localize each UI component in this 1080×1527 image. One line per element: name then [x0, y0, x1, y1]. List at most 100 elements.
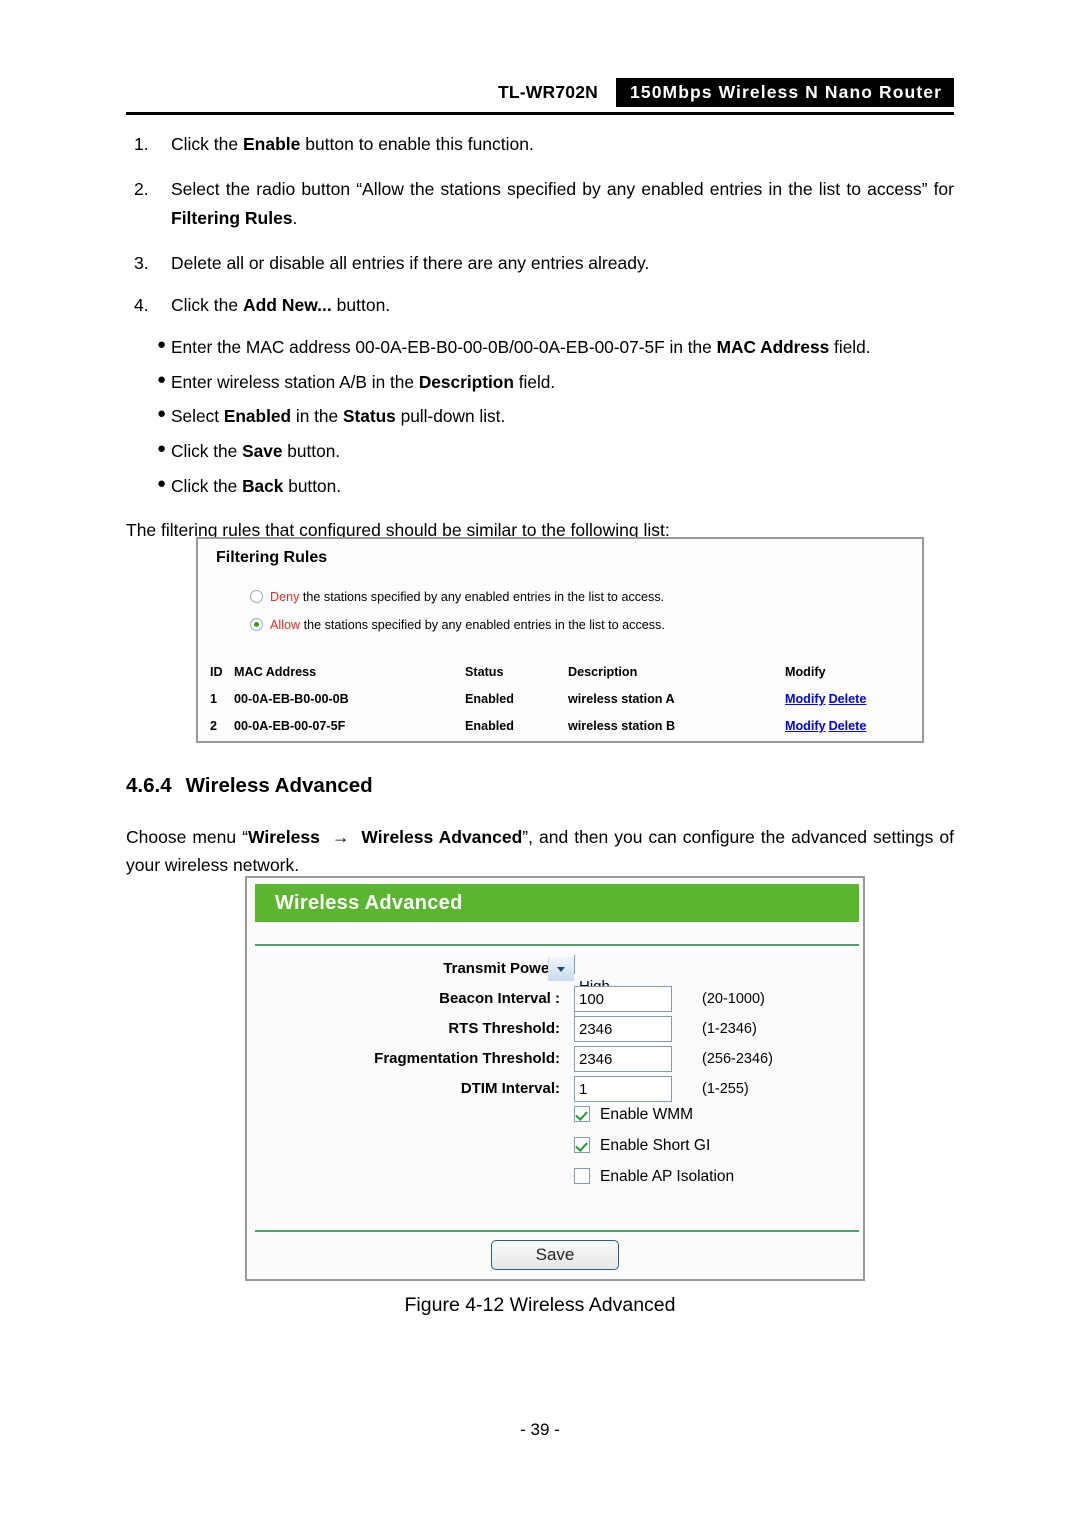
field-input[interactable]: [574, 1046, 672, 1072]
bullet-text: Click the Back button.: [171, 475, 342, 496]
step-item: 4. Click the Add New... button.: [126, 291, 954, 319]
numbered-step-list: 1. Click the Enable button to enable this…: [126, 130, 954, 320]
section-title: Wireless Advanced: [185, 774, 373, 797]
radio-keyword: Allow: [270, 618, 301, 632]
radio-description: the stations specified by any enabled en…: [300, 618, 665, 632]
cell-description: wireless station A: [568, 692, 675, 706]
modify-link[interactable]: Modify: [785, 719, 826, 733]
table-row: 2 00-0A-EB-00-07-5F Enabled wireless statio…: [210, 713, 910, 740]
cell-status: Enabled: [465, 719, 514, 733]
panel-divider-bottom: [255, 1230, 859, 1232]
page-number: - 39 -: [520, 1420, 560, 1439]
step-item: 1. Click the Enable button to enable this…: [126, 130, 954, 158]
figure-caption: Figure 4-12 Wireless Advanced: [404, 1294, 676, 1316]
bullet-text: Enter wireless station A/B in the Descri…: [171, 371, 556, 392]
form-row: DTIM Interval: (1-255): [247, 1076, 863, 1106]
product-banner: 150Mbps Wireless N Nano Router: [616, 78, 954, 108]
cell-mac-address: 00-0A-EB-00-07-5F: [234, 719, 346, 733]
cell-modify: Modify Delete: [785, 686, 866, 713]
bullet-dot-icon: ●: [157, 440, 167, 458]
filter-radio-allow[interactable]: Allow the stations specified by any enab…: [250, 618, 665, 632]
col-header-modify: Modify: [785, 665, 826, 679]
bullet-item: ● Select Enabled in the Status pull-down …: [126, 403, 954, 430]
bullet-item: ● Click the Save button.: [126, 438, 954, 465]
col-header-description: Description: [568, 665, 638, 679]
table-header-row: ID MAC Address Status Description Modify: [210, 659, 910, 686]
modify-link[interactable]: Modify: [785, 692, 826, 706]
document-body: 1. Click the Enable button to enable this…: [126, 130, 954, 544]
form-row: Beacon Interval : (20-1000): [247, 986, 863, 1016]
bullet-text: Select Enabled in the Status pull-down l…: [171, 406, 506, 427]
form-row: Fragmentation Threshold: (256-2346): [247, 1046, 863, 1076]
cell-description: wireless station B: [568, 719, 676, 733]
step-text: Select the radio button “Allow the stati…: [171, 179, 954, 228]
router-model-label: TL-WR702N: [498, 82, 598, 102]
chevron-down-icon[interactable]: [548, 957, 574, 981]
radio-keyword: Deny: [270, 590, 300, 604]
wireless-advanced-screenshot: Wireless Advanced Transmit Power:HighBea…: [245, 876, 865, 1281]
field-input[interactable]: [574, 1076, 672, 1102]
save-button[interactable]: Save: [491, 1240, 619, 1270]
step-number: 3.: [134, 253, 149, 274]
step-number: 1.: [134, 134, 149, 154]
checkbox-label: Enable AP Isolation: [600, 1168, 735, 1185]
wireless-advanced-panel-title: Wireless Advanced: [255, 884, 859, 922]
filter-radio-deny[interactable]: Deny the stations specified by any enabl…: [250, 590, 664, 604]
cell-status: Enabled: [465, 692, 514, 706]
step-text: Click the Enable button to enable this f…: [171, 134, 534, 154]
bullet-list: ● Enter the MAC address 00-0A-EB-B0-00-0B…: [126, 334, 954, 500]
radio-description: the stations specified by any enabled en…: [299, 590, 665, 604]
field-label: Fragmentation Threshold:: [374, 1050, 560, 1067]
checkbox-icon[interactable]: [574, 1106, 590, 1122]
bullet-item: ● Enter the MAC address 00-0A-EB-B0-00-0B…: [126, 334, 954, 361]
step-item: 3. Delete all or disable all entries if t…: [126, 249, 954, 277]
field-range-hint: (1-255): [702, 1081, 749, 1097]
step-text: Click the Add New... button.: [171, 295, 391, 316]
step-number: 4.: [134, 295, 149, 316]
bullet-item: ● Enter wireless station A/B in the Descr…: [126, 369, 954, 396]
col-header-mac-address: MAC Address: [234, 665, 317, 679]
step-item: 2. Select the radio button “Allow the sta…: [126, 175, 954, 232]
checkbox-row[interactable]: Enable WMM: [247, 1106, 863, 1137]
bullet-item: ● Click the Back button.: [126, 473, 954, 500]
checkbox-label: Enable Short GI: [600, 1137, 711, 1154]
bullet-dot-icon: ●: [157, 335, 167, 353]
step-text: Delete all or disable all entries if the…: [171, 253, 650, 274]
delete-link[interactable]: Delete: [829, 719, 867, 733]
radio-button-icon[interactable]: [250, 618, 263, 631]
delete-link[interactable]: Delete: [829, 692, 867, 706]
page-header: TL-WR702N 150Mbps Wireless N Nano Router: [126, 78, 954, 112]
field-label: Transmit Power:: [443, 960, 560, 977]
checkbox-icon[interactable]: [574, 1137, 590, 1153]
bullet-text: Click the Save button.: [171, 441, 341, 462]
bullet-dot-icon: ●: [157, 405, 167, 423]
panel-divider-top: [255, 944, 859, 946]
field-label: DTIM Interval:: [460, 1080, 560, 1097]
filtering-rules-title: Filtering Rules: [216, 549, 328, 566]
field-label: Beacon Interval :: [439, 990, 560, 1007]
cell-mac-address: 00-0A-EB-B0-00-0B: [234, 692, 349, 706]
field-range-hint: (256-2346): [702, 1051, 773, 1067]
header-rule: [126, 112, 954, 115]
bullet-text: Enter the MAC address 00-0A-EB-B0-00-0B/…: [171, 336, 871, 357]
field-range-hint: (20-1000): [702, 991, 765, 1007]
form-row: RTS Threshold: (1-2346): [247, 1016, 863, 1046]
section-heading: 4.6.4 Wireless Advanced: [126, 774, 373, 798]
field-input[interactable]: [574, 1016, 672, 1042]
field-range-hint: (1-2346): [702, 1021, 757, 1037]
filtering-rules-screenshot: Filtering Rules Deny the stations specif…: [196, 537, 924, 743]
bullet-dot-icon: ●: [157, 474, 167, 492]
checkbox-row[interactable]: Enable AP Isolation: [247, 1168, 863, 1199]
col-header-status: Status: [465, 665, 504, 679]
step-number: 2.: [134, 179, 149, 200]
field-input[interactable]: [574, 986, 672, 1012]
cell-modify: Modify Delete: [785, 713, 866, 740]
checkbox-row[interactable]: Enable Short GI: [247, 1137, 863, 1168]
radio-button-icon[interactable]: [250, 590, 263, 603]
field-label: RTS Threshold:: [448, 1020, 560, 1037]
wireless-advanced-form: Transmit Power:HighBeacon Interval : (20-…: [247, 955, 863, 1199]
save-button-row: Save: [247, 1240, 863, 1270]
section-number: 4.6.4: [126, 774, 172, 797]
checkbox-icon[interactable]: [574, 1168, 590, 1184]
mac-filter-table: ID MAC Address Status Description Modify 1 00-…: [210, 659, 910, 740]
